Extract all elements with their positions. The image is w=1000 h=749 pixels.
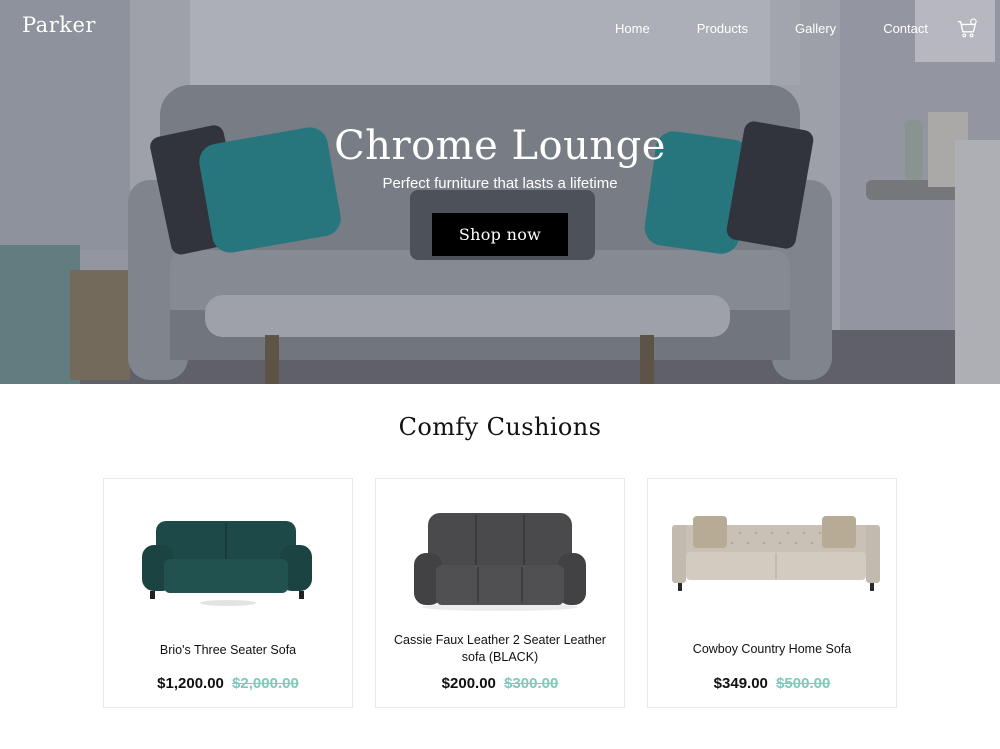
nav-links: Home Products Gallery Contact [615,0,1000,56]
nav-link-contact[interactable]: Contact [883,21,928,36]
brand-logo[interactable]: Parker [22,13,96,37]
product-price: $200.00 $300.00 [376,675,624,692]
product-name[interactable]: Brio's Three Seater Sofa [114,642,342,659]
current-price: $349.00 [713,675,768,692]
original-price: $300.00 [504,675,559,692]
section-title: Comfy Cushions [398,413,602,441]
shop-now-button[interactable]: Shop now [432,213,568,256]
product-price: $349.00 $500.00 [648,675,896,692]
hero-overlay [0,0,1000,384]
product-card[interactable]: Brio's Three Seater Sofa $1,200.00 $2,00… [103,478,353,708]
product-price: $1,200.00 $2,000.00 [104,675,352,692]
current-price: $1,200.00 [157,675,224,692]
product-image-green-sofa[interactable] [104,497,352,627]
product-card[interactable]: Cassie Faux Leather 2 Seater Leather sof… [375,478,625,708]
nav-link-products[interactable]: Products [697,21,748,36]
product-name[interactable]: Cassie Faux Leather 2 Seater Leather sof… [386,632,614,666]
product-card[interactable]: Cowboy Country Home Sofa $349.00 $500.00 [647,478,897,708]
hero-subtitle: Perfect furniture that lasts a lifetime [382,175,618,192]
product-name[interactable]: Cowboy Country Home Sofa [658,641,886,658]
hero-title: Chrome Lounge [334,123,666,169]
nav-link-gallery[interactable]: Gallery [795,21,836,36]
original-price: $500.00 [776,675,831,692]
current-price: $200.00 [441,675,496,692]
hero-text: Chrome Lounge Perfect furniture that las… [0,122,1000,192]
shopping-cart-icon[interactable] [956,18,978,40]
product-grid: Brio's Three Seater Sofa $1,200.00 $2,00… [103,478,897,708]
original-price: $2,000.00 [232,675,299,692]
product-image-beige-sofa[interactable] [648,497,896,627]
top-navigation: Parker Home Products Gallery Contact [0,0,1000,56]
hero-banner: Parker Home Products Gallery Contact Chr… [0,0,1000,384]
product-image-black-sofa[interactable] [376,497,624,627]
nav-link-home[interactable]: Home [615,21,650,36]
